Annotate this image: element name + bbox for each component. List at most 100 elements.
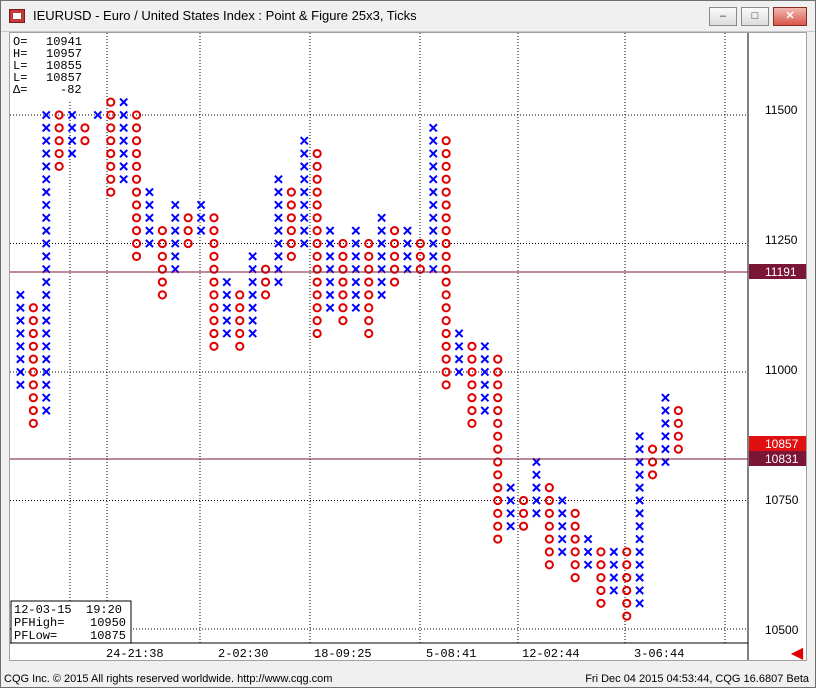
pf-o-mark (596, 547, 606, 557)
price-marker-11191: 11191 (765, 265, 797, 279)
copyright-text: CQG Inc. © 2015 All rights reserved worl… (4, 673, 333, 685)
pf-x-mark (16, 329, 25, 338)
pf-x-mark (428, 252, 438, 261)
pf-x-mark (16, 316, 25, 325)
pf-o-mark (312, 303, 322, 313)
pf-x-mark (532, 509, 541, 518)
pf-x-mark (557, 534, 567, 544)
price-label-11500: 11500 (765, 103, 798, 117)
pf-x-mark (196, 226, 206, 235)
pf-x-mark (557, 547, 567, 557)
pf-x-mark (635, 431, 644, 441)
pf-x-mark (119, 97, 128, 107)
pf-o-mark (570, 560, 580, 570)
info-date: 12-03-15 (14, 603, 72, 617)
pf-o-mark (312, 251, 322, 261)
pf-o-mark (131, 161, 142, 171)
pf-o-mark (312, 277, 322, 287)
pf-o-mark (493, 521, 503, 531)
pf-x-mark (325, 226, 335, 235)
pf-o-mark (364, 328, 374, 339)
title-bar[interactable]: IEURUSD - Euro / United States Index : P… (1, 1, 815, 32)
pf-x-mark (454, 341, 464, 351)
pf-x-mark (557, 509, 567, 518)
pf-x-mark (635, 598, 644, 608)
pf-o-mark (28, 303, 38, 313)
pf-o-mark (338, 277, 348, 287)
pf-o-mark (518, 521, 529, 531)
info-pfhigh-value: 10950 (90, 616, 126, 630)
minimize-button[interactable]: – (709, 7, 737, 26)
pf-o-mark (131, 136, 142, 146)
pf-o-mark (54, 161, 64, 171)
status-bar: CQG Inc. © 2015 All rights reserved worl… (1, 671, 815, 688)
pf-x-mark (41, 162, 51, 171)
pf-x-mark (635, 586, 644, 595)
pf-o-mark (493, 405, 503, 416)
pf-x-mark (119, 174, 128, 184)
scroll-left-arrow-icon[interactable]: ◀ (787, 645, 807, 663)
pf-o-mark (131, 148, 142, 159)
pf-x-mark (274, 187, 283, 197)
point-figure-chart[interactable]: 11500 11250 11000 10750 10500 11191 1085… (10, 33, 806, 660)
price-label-10750: 10750 (765, 493, 799, 507)
pf-o-mark (131, 200, 142, 210)
pf-x-mark (351, 290, 361, 300)
pf-x-mark (41, 290, 51, 300)
pf-o-mark (106, 123, 116, 133)
pf-o-mark (493, 444, 503, 454)
pf-o-mark (622, 585, 632, 596)
pf-o-mark (131, 226, 142, 236)
pf-o-mark (106, 136, 116, 146)
pf-x-mark (119, 162, 128, 171)
pf-x-mark (532, 470, 541, 480)
pf-x-mark (170, 213, 180, 223)
pf-x-mark (351, 252, 361, 261)
pf-x-mark (274, 226, 283, 235)
time-label-4: 5-08:41 (426, 647, 476, 660)
close-button[interactable]: ✕ (773, 7, 807, 26)
pf-o-mark (467, 380, 477, 390)
pf-x-mark (41, 393, 51, 403)
pf-x-mark (635, 534, 644, 544)
pf-o-mark (596, 573, 606, 583)
pf-x-mark (16, 354, 25, 364)
pf-x-mark (454, 329, 464, 338)
pf-o-mark (106, 148, 116, 159)
pf-x-mark (41, 277, 51, 287)
pf-o-mark (131, 174, 142, 184)
time-label-2: 2-02:30 (218, 647, 268, 660)
info-time: 19:20 (86, 603, 122, 617)
pf-o-mark (544, 495, 554, 506)
pf-x-mark (41, 329, 51, 338)
pf-x-mark (661, 419, 670, 428)
pf-o-mark (338, 251, 348, 261)
pf-o-mark (209, 277, 219, 287)
pf-x-mark (248, 303, 257, 313)
pf-x-mark (377, 226, 386, 235)
pf-o-mark (338, 303, 348, 313)
ohlc-label-delta: Δ= (13, 83, 27, 97)
pf-o-mark (157, 290, 167, 300)
pf-x-mark (119, 123, 128, 133)
pf-x-mark (222, 316, 232, 325)
pf-x-mark (41, 380, 51, 390)
pf-x-mark (325, 290, 335, 300)
pf-o-mark (364, 290, 374, 300)
pf-o-mark (312, 213, 322, 223)
pf-o-mark (518, 508, 529, 518)
pf-x-mark (145, 213, 154, 223)
pf-x-mark (41, 303, 51, 313)
pf-o-mark (54, 136, 64, 146)
pf-o-mark (209, 290, 219, 300)
pf-o-mark (389, 251, 400, 261)
chart-area[interactable]: 11500 11250 11000 10750 10500 11191 1085… (9, 32, 807, 661)
time-label-3: 18-09:25 (314, 647, 372, 660)
pf-o-mark (441, 341, 451, 351)
pf-o-mark (312, 187, 322, 197)
maximize-button[interactable]: □ (741, 7, 769, 26)
pf-o-mark (157, 251, 167, 261)
pf-x-mark (299, 149, 309, 158)
pf-x-mark (274, 252, 283, 261)
pf-o-mark (622, 547, 632, 557)
